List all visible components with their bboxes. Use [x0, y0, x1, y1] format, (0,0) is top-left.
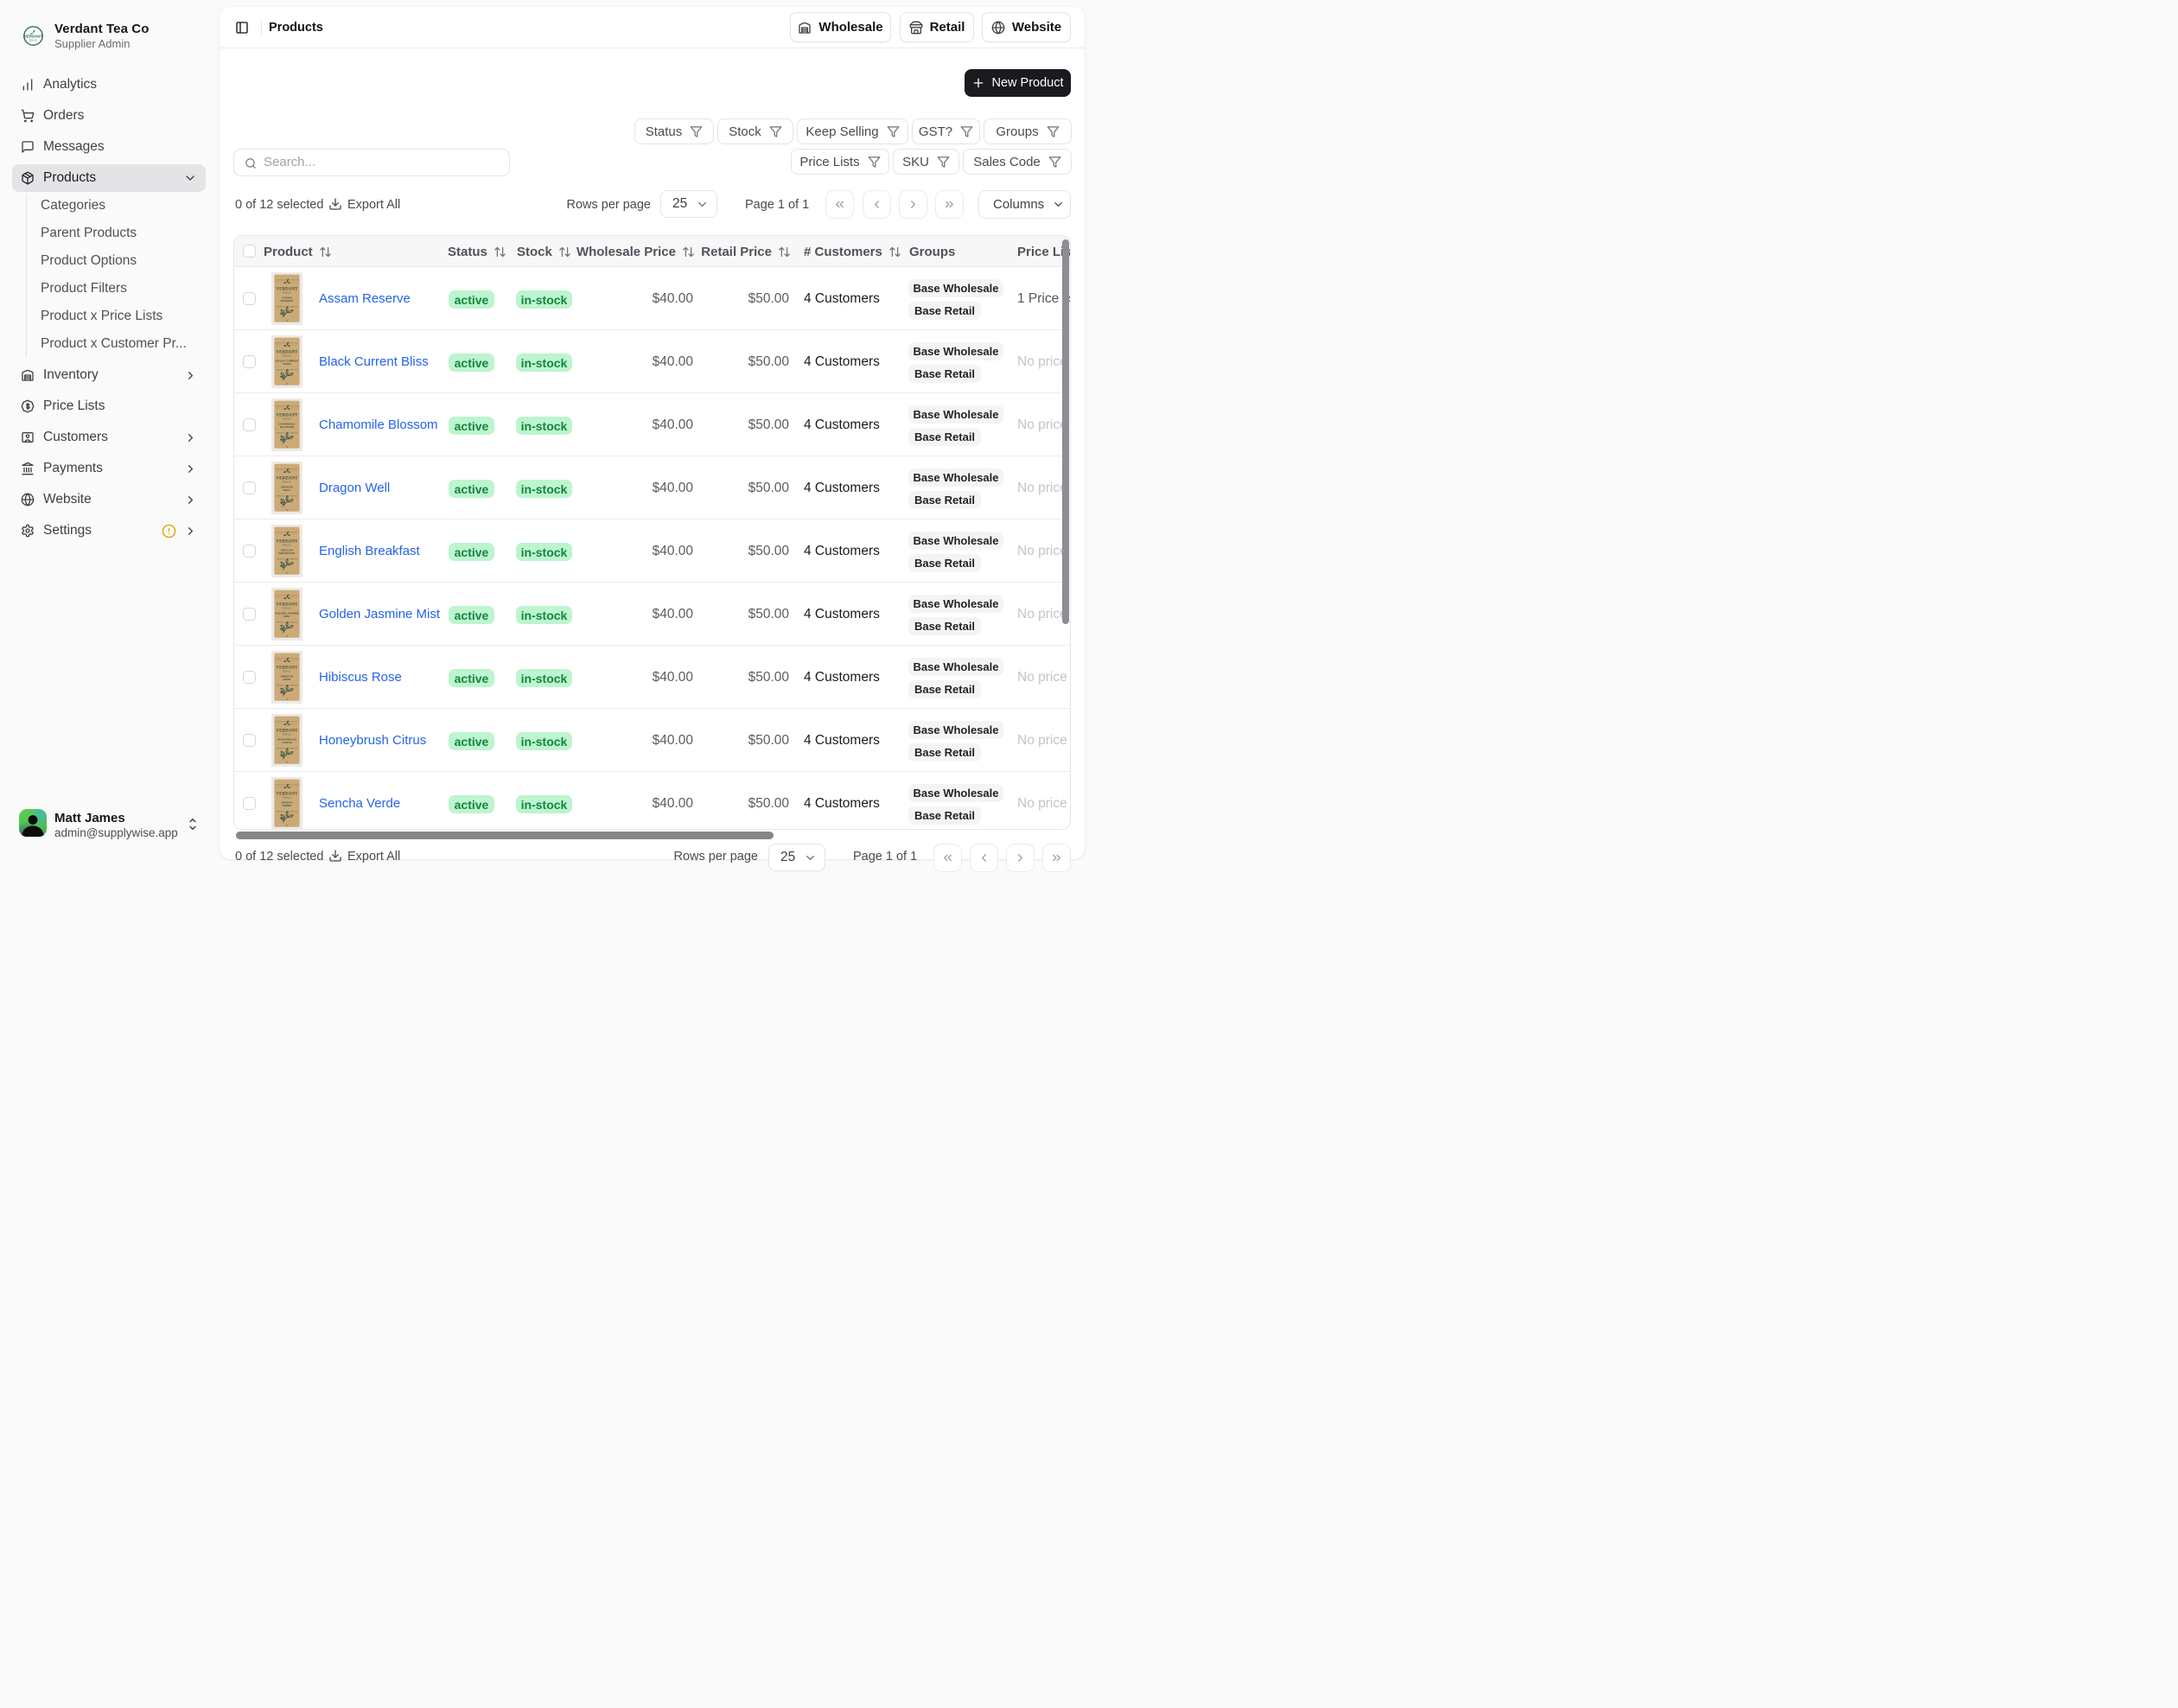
- svg-text:BLISS: BLISS: [283, 362, 290, 366]
- svg-text:TEA CO.: TEA CO.: [283, 481, 291, 483]
- svg-text:TEA CO.: TEA CO.: [29, 39, 38, 42]
- svg-text:ROSE: ROSE: [283, 678, 291, 681]
- svg-text:TEA CO.: TEA CO.: [283, 544, 291, 546]
- svg-text:BREAKFAST: BREAKFAST: [279, 551, 296, 555]
- svg-text:VERDE: VERDE: [283, 804, 292, 807]
- svg-text:CITRUS: CITRUS: [282, 741, 292, 744]
- svg-text:WELL: WELL: [283, 488, 291, 492]
- svg-text:TEA CO.: TEA CO.: [283, 733, 291, 736]
- svg-text:BLOSSOM: BLOSSOM: [280, 425, 294, 429]
- svg-text:TEA CO.: TEA CO.: [283, 417, 291, 420]
- svg-text:TEA CO.: TEA CO.: [283, 796, 291, 799]
- svg-text:TEA CO.: TEA CO.: [283, 607, 291, 609]
- svg-text:TEA CO.: TEA CO.: [283, 354, 291, 357]
- svg-text:RESERVE: RESERVE: [281, 299, 294, 303]
- svg-text:TEA CO.: TEA CO.: [283, 291, 291, 294]
- svg-text:TEA CO.: TEA CO.: [283, 670, 291, 672]
- svg-text:MIST: MIST: [283, 615, 290, 618]
- svg-text:VERDANT: VERDANT: [24, 35, 42, 39]
